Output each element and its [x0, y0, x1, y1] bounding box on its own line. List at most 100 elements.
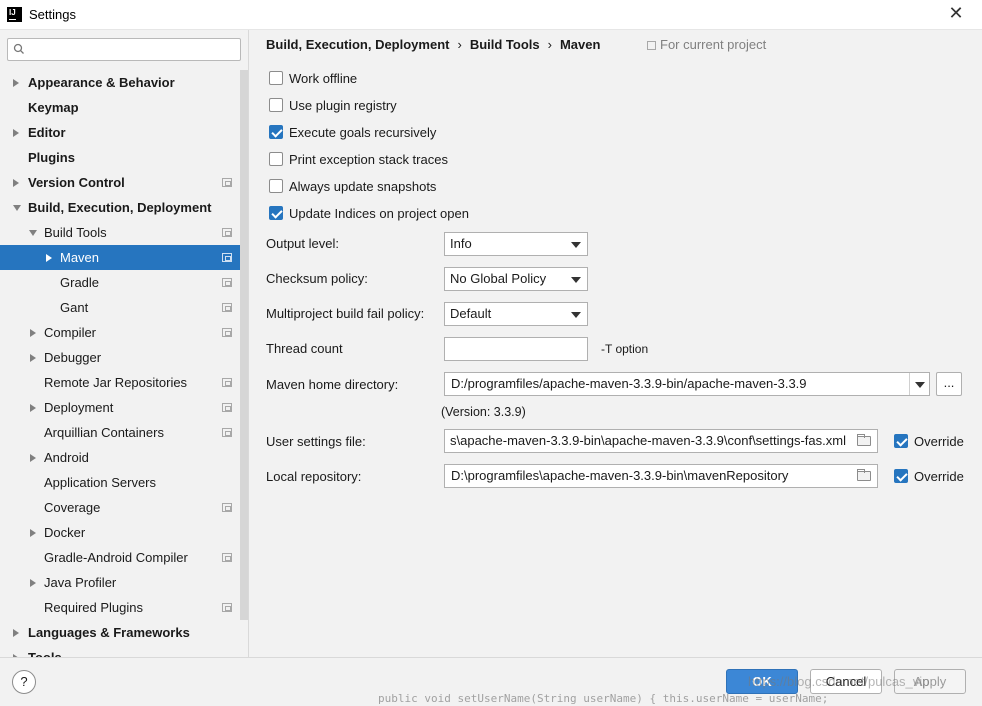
sidebar-item-build-tools[interactable]: Build Tools — [0, 220, 240, 245]
sidebar-item-plugins[interactable]: Plugins — [0, 145, 240, 170]
sidebar-item-arquillian-containers[interactable]: Arquillian Containers — [0, 420, 240, 445]
sidebar-item-coverage[interactable]: Coverage — [0, 495, 240, 520]
chevron-down-icon — [29, 230, 37, 236]
sidebar-item-gradle[interactable]: Gradle — [0, 270, 240, 295]
checkbox-label: Override — [914, 433, 964, 449]
sidebar-item-appearance[interactable]: Appearance & Behavior — [0, 70, 240, 95]
breadcrumb-item: Build, Execution, Deployment — [266, 37, 450, 52]
breadcrumb-separator: › — [547, 37, 552, 52]
checkbox-label: Use plugin registry — [289, 97, 397, 113]
close-icon[interactable]: ✕ — [948, 4, 964, 22]
local-repository-input[interactable]: D:\programfiles\apache-maven-3.3.9-bin\m… — [444, 464, 878, 488]
chevron-down-icon — [13, 205, 21, 211]
search-input[interactable] — [7, 38, 241, 61]
maven-version-label: (Version: 3.3.9) — [441, 405, 526, 419]
chevron-down-icon — [571, 312, 581, 318]
sidebar-item-label: Maven — [60, 250, 100, 265]
checksum-policy-select[interactable]: No Global Policy — [444, 267, 588, 291]
browse-button[interactable]: ... — [936, 372, 962, 396]
project-scope-icon — [647, 41, 656, 50]
help-button[interactable]: ? — [12, 670, 36, 694]
breadcrumb: Build, Execution, Deployment › Build Tools… — [266, 37, 600, 52]
checkbox-box[interactable] — [269, 206, 283, 220]
checkbox-box[interactable] — [269, 98, 283, 112]
chevron-down-icon — [571, 242, 581, 248]
sidebar-item-label: Gradle-Android Compiler — [44, 550, 188, 565]
print-exception-stack-traces-checkbox[interactable]: Print exception stack traces — [269, 150, 448, 168]
sidebar-item-required-plugins[interactable]: Required Plugins — [0, 595, 240, 620]
sidebar-item-label: Editor — [28, 125, 66, 140]
sidebar-item-label: Version Control — [28, 175, 125, 190]
sidebar-item-remote-jar-repositories[interactable]: Remote Jar Repositories — [0, 370, 240, 395]
checkbox-label: Execute goals recursively — [289, 124, 437, 140]
sidebar-item-maven[interactable]: Maven — [0, 245, 240, 270]
checksum-policy-label: Checksum policy: — [266, 271, 368, 286]
project-scope-icon — [222, 278, 232, 287]
sidebar-item-editor[interactable]: Editor — [0, 120, 240, 145]
project-scope-icon — [222, 378, 232, 387]
multiproject-fail-policy-select[interactable]: Default — [444, 302, 588, 326]
checkbox-box[interactable] — [269, 152, 283, 166]
use-plugin-registry-checkbox[interactable]: Use plugin registry — [269, 96, 397, 114]
work-offline-checkbox[interactable]: Work offline — [269, 69, 357, 87]
local-repository-value: D:\programfiles\apache-maven-3.3.9-bin\m… — [451, 468, 789, 483]
output-level-label: Output level: — [266, 236, 339, 251]
execute-goals-recursively-checkbox[interactable]: Execute goals recursively — [269, 123, 436, 141]
checkbox-label: Override — [914, 468, 964, 484]
maven-home-combo[interactable]: D:/programfiles/apache-maven-3.3.9-bin/a… — [444, 372, 930, 396]
sidebar-item-docker[interactable]: Docker — [0, 520, 240, 545]
sidebar-item-label: Keymap — [28, 100, 79, 115]
checkbox-box[interactable] — [269, 179, 283, 193]
project-scope-icon — [222, 603, 232, 612]
sidebar-item-deployment[interactable]: Deployment — [0, 395, 240, 420]
sidebar-scrollbar[interactable] — [240, 70, 248, 620]
output-level-select[interactable]: Info — [444, 232, 588, 256]
sidebar-item-tools[interactable]: Tools — [0, 645, 240, 657]
sidebar-item-gradle-android-compiler[interactable]: Gradle-Android Compiler — [0, 545, 240, 570]
sidebar-item-keymap[interactable]: Keymap — [0, 95, 240, 120]
thread-count-input[interactable] — [444, 337, 588, 361]
sidebar-item-label: Remote Jar Repositories — [44, 375, 188, 390]
sidebar-item-debugger[interactable]: Debugger — [0, 345, 240, 370]
select-value: Default — [450, 306, 492, 321]
folder-icon[interactable] — [857, 469, 871, 481]
sidebar-item-android[interactable]: Android — [0, 445, 240, 470]
dialog-footer: ? public void setUserName(String userNam… — [0, 657, 982, 706]
multiproject-fail-policy-label: Multiproject build fail policy: — [266, 306, 425, 321]
sidebar-item-java-profiler[interactable]: Java Profiler — [0, 570, 240, 595]
sidebar-item-version-control[interactable]: Version Control — [0, 170, 240, 195]
sidebar-item-compiler[interactable]: Compiler — [0, 320, 240, 345]
maven-home-label: Maven home directory: — [266, 377, 399, 392]
scope-text: For current project — [660, 37, 767, 52]
chevron-right-icon — [30, 329, 36, 337]
user-settings-input[interactable]: s\apache-maven-3.3.9-bin\apache-maven-3.… — [444, 429, 878, 453]
update-indices-checkbox[interactable]: Update Indices on project open — [269, 204, 469, 222]
chevron-right-icon — [13, 629, 19, 637]
sidebar-item-languages-frameworks[interactable]: Languages & Frameworks — [0, 620, 240, 645]
checkbox-label: Work offline — [289, 70, 358, 86]
user-settings-override-checkbox[interactable]: Override — [894, 432, 964, 450]
always-update-snapshots-checkbox[interactable]: Always update snapshots — [269, 177, 436, 195]
project-scope-icon — [222, 303, 232, 312]
project-scope-icon — [222, 228, 232, 237]
sidebar-item-label: Tools — [28, 645, 62, 657]
sidebar-item-gant[interactable]: Gant — [0, 295, 240, 320]
checkbox-box[interactable] — [269, 71, 283, 85]
thread-count-label: Thread count — [266, 341, 343, 356]
sidebar-item-label: Docker — [44, 525, 86, 540]
sidebar-item-label: Compiler — [44, 325, 97, 340]
chevron-down-icon[interactable] — [909, 373, 929, 395]
user-settings-value: s\apache-maven-3.3.9-bin\apache-maven-3.… — [450, 433, 846, 448]
project-scope-icon — [222, 503, 232, 512]
sidebar-item-label: Gant — [60, 300, 89, 315]
project-scope-icon — [222, 253, 232, 262]
title-bar: IJ Settings ✕ — [0, 0, 982, 30]
sidebar-item-application-servers[interactable]: Application Servers — [0, 470, 240, 495]
project-scope-icon — [222, 328, 232, 337]
sidebar-item-build-execution-deployment[interactable]: Build, Execution, Deployment — [0, 195, 240, 220]
checkbox-box[interactable] — [894, 469, 908, 483]
checkbox-box[interactable] — [894, 434, 908, 448]
local-repository-override-checkbox[interactable]: Override — [894, 467, 964, 485]
checkbox-box[interactable] — [269, 125, 283, 139]
folder-icon[interactable] — [857, 434, 871, 446]
